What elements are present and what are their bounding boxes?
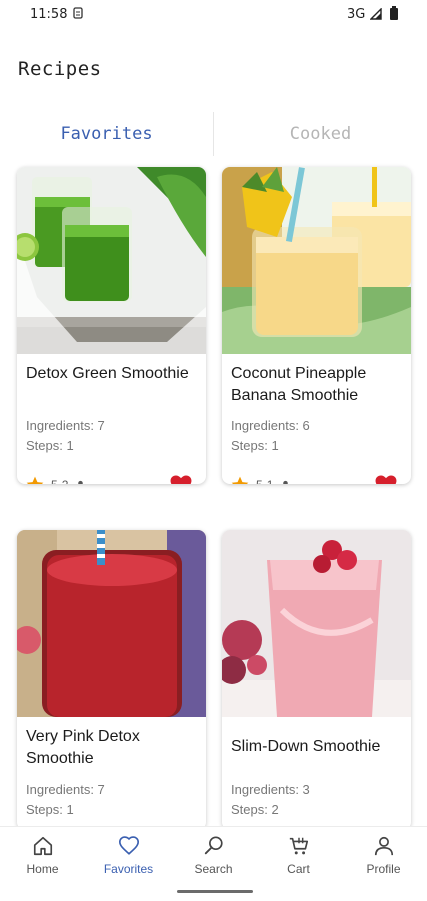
nav-label: Home (26, 862, 59, 876)
recipe-card-detox-green-smoothie[interactable]: Detox Green Smoothie Ingredients: 7 Step… (17, 167, 206, 484)
recipe-image (17, 530, 206, 717)
home-indicator[interactable] (177, 890, 253, 893)
recipe-stats: 5 2 (25, 474, 86, 484)
star-icon (26, 476, 44, 484)
recipe-meta: Ingredients: 7 Steps: 1 (26, 780, 198, 820)
favorite-heart-icon[interactable] (170, 475, 192, 484)
network-type: 3G (347, 7, 366, 22)
recipe-stats: 5 1 (230, 474, 291, 484)
nav-profile[interactable]: Profile (341, 835, 426, 883)
person-icon (374, 836, 393, 856)
recipe-meta: Ingredients: 6 Steps: 1 (231, 416, 403, 456)
star-icon (231, 476, 249, 484)
recipe-title: Detox Green Smoothie (26, 365, 189, 382)
recipe-title: Slim-Down Smoothie (231, 738, 381, 755)
cooked-count: 1 (267, 478, 274, 484)
rating-value: 5 (51, 478, 58, 484)
nav-label: Cart (287, 862, 310, 876)
nav-search[interactable]: Search (171, 835, 256, 883)
person-icon (78, 480, 84, 484)
recipe-image (222, 167, 411, 354)
status-bar: 11:58 3G (0, 0, 427, 28)
ingredient-count: Ingredients: 7 (26, 418, 105, 433)
recipe-card-coconut-pineapple-banana-smoothie[interactable]: Coconut Pineapple Banana Smoothie Ingred… (222, 167, 411, 484)
cooked-count: 2 (62, 478, 69, 484)
nav-label: Favorites (103, 862, 154, 876)
search-icon (204, 836, 223, 855)
recipe-image (17, 167, 206, 354)
home-icon (33, 836, 52, 856)
recipe-meta: Ingredients: 3 Steps: 2 (231, 780, 403, 820)
person-icon (283, 480, 289, 484)
tab-bar: Favorites Cooked (0, 108, 427, 160)
signal-icon (370, 8, 382, 20)
tab-favorites[interactable]: Favorites (0, 108, 213, 160)
page-title: Recipes (18, 58, 102, 80)
recipe-meta: Ingredients: 7 Steps: 1 (26, 416, 198, 456)
nav-label: Profile (366, 862, 401, 876)
nav-home[interactable]: Home (0, 835, 85, 883)
recipe-card-slim-down-smoothie[interactable]: Slim-Down Smoothie Ingredients: 3 Steps:… (222, 530, 411, 830)
ingredient-count: Ingredients: 3 (231, 782, 310, 797)
ingredient-count: Ingredients: 7 (26, 782, 105, 797)
recipe-title: Very Pink Detox Smoothie (26, 728, 140, 767)
recipe-card-very-pink-detox-smoothie[interactable]: Very Pink Detox Smoothie Ingredients: 7 … (17, 530, 206, 830)
favorite-heart-icon[interactable] (375, 475, 397, 484)
battery-icon (390, 6, 398, 20)
nav-cart[interactable]: Cart (256, 835, 341, 883)
cart-icon (289, 837, 308, 855)
tab-cooked[interactable]: Cooked (214, 108, 427, 160)
rating-value: 5 (256, 478, 263, 484)
step-count: Steps: 2 (231, 802, 279, 817)
step-count: Steps: 1 (231, 438, 279, 453)
recipe-title: Coconut Pineapple Banana Smoothie (231, 365, 367, 404)
recipe-image (222, 530, 411, 717)
heart-outline-icon (118, 836, 139, 855)
status-time: 11:58 (30, 7, 68, 22)
step-count: Steps: 1 (26, 802, 74, 817)
nav-favorites[interactable]: Favorites (86, 835, 171, 883)
sim-icon (73, 7, 83, 19)
step-count: Steps: 1 (26, 438, 74, 453)
ingredient-count: Ingredients: 6 (231, 418, 310, 433)
nav-label: Search (194, 862, 233, 876)
